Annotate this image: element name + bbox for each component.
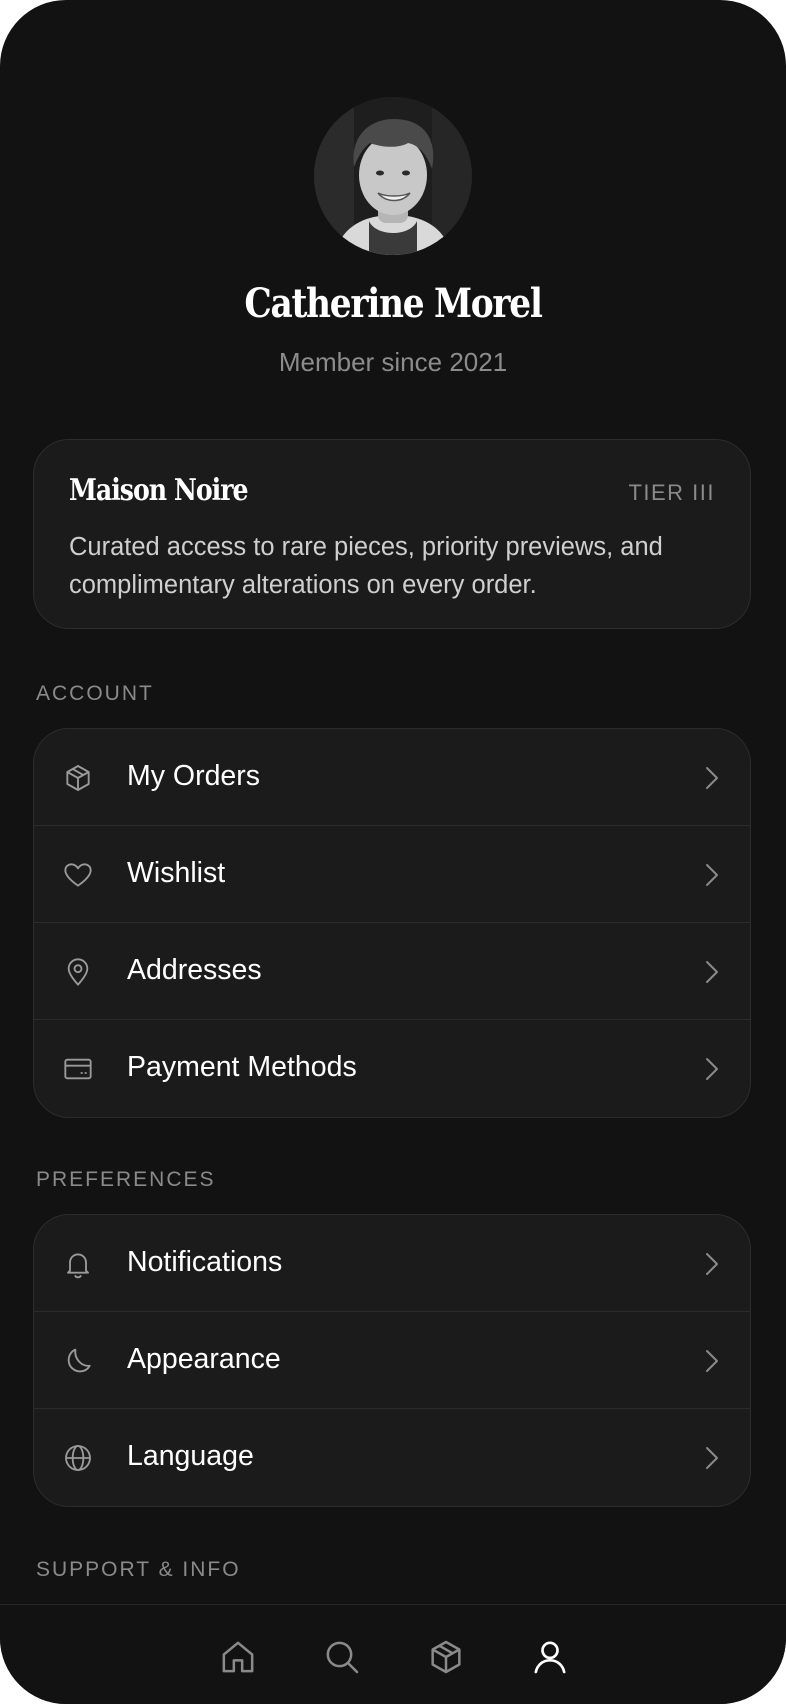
chevron-right-icon	[706, 1447, 718, 1469]
user-icon[interactable]	[530, 1637, 570, 1677]
avatar[interactable]	[314, 97, 472, 255]
menu-item-payment-methods[interactable]: Payment Methods	[34, 1020, 750, 1117]
credit-card-icon	[64, 1058, 92, 1080]
bell-icon	[67, 1253, 89, 1279]
globe-icon	[65, 1445, 91, 1471]
avatar-photo	[314, 97, 472, 255]
membership-tier-badge: TIER III	[628, 480, 715, 505]
tab-bar	[0, 1604, 786, 1704]
section-label-support: SUPPORT & INFO	[36, 1558, 241, 1581]
menu-item-label: Payment Methods	[127, 1051, 357, 1083]
preferences-menu: Notifications Appearance Language	[33, 1214, 751, 1507]
moon-icon	[67, 1348, 91, 1373]
membership-card[interactable]: Maison Noire TIER III Curated access to …	[33, 439, 751, 629]
menu-item-label: Notifications	[127, 1246, 283, 1278]
membership-description: Curated access to rare pieces, priority …	[69, 533, 663, 599]
menu-item-label: My Orders	[127, 760, 261, 792]
menu-item-label: Language	[127, 1440, 254, 1472]
section-label-preferences: PREFERENCES	[36, 1168, 216, 1191]
chevron-right-icon	[706, 767, 718, 789]
search-icon[interactable]	[322, 1637, 362, 1677]
menu-item-language[interactable]: Language	[34, 1409, 750, 1506]
chevron-right-icon	[706, 961, 718, 983]
section-label-account: ACCOUNT	[36, 682, 154, 705]
chevron-right-icon	[706, 1058, 718, 1080]
menu-item-label: Addresses	[127, 954, 262, 986]
chevron-right-icon	[706, 864, 718, 886]
home-icon[interactable]	[218, 1637, 258, 1677]
chevron-right-icon	[706, 1350, 718, 1372]
menu-item-notifications[interactable]: Notifications	[34, 1215, 750, 1312]
profile-screen: Catherine Morel Member since 2021 Maison…	[0, 0, 786, 1704]
menu-item-appearance[interactable]: Appearance	[34, 1312, 750, 1409]
menu-item-label: Appearance	[127, 1343, 281, 1375]
menu-item-addresses[interactable]: Addresses	[34, 923, 750, 1020]
menu-item-my-orders[interactable]: My Orders	[34, 729, 750, 826]
heart-icon	[64, 863, 92, 887]
chevron-right-icon	[706, 1253, 718, 1275]
membership-brand: Maison Noire	[69, 473, 249, 508]
member-since: Member since 2021	[278, 347, 508, 377]
account-menu: My Orders Wishlist Addresses Payment Met…	[33, 728, 751, 1118]
profile-name: Catherine Morel	[244, 280, 543, 327]
box-icon[interactable]	[426, 1637, 466, 1677]
box-icon	[66, 765, 90, 791]
location-pin-icon	[67, 958, 89, 986]
menu-item-label: Wishlist	[127, 857, 226, 889]
menu-item-wishlist[interactable]: Wishlist	[34, 826, 750, 923]
